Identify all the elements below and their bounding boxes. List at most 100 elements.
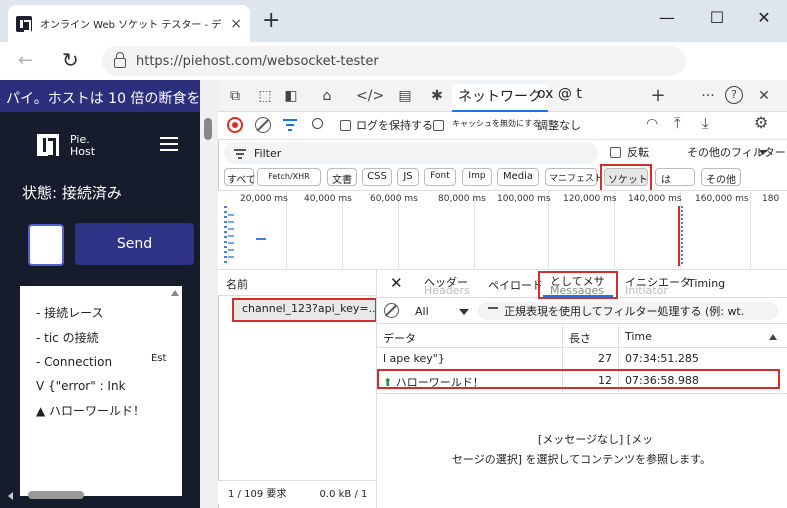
help-icon[interactable]: ? xyxy=(725,86,743,104)
timeline-tick: 160,000 ms xyxy=(695,194,749,204)
back-arrow-icon[interactable]: ← xyxy=(18,50,33,71)
column-data[interactable]: データ xyxy=(377,326,563,348)
close-window-button[interactable]: ✕ xyxy=(749,8,779,27)
lock-icon[interactable] xyxy=(114,52,126,68)
new-tab-button[interactable]: + xyxy=(262,10,280,32)
tab-network[interactable]: ネットワーク xyxy=(452,84,548,112)
tab-timing[interactable]: Timing xyxy=(688,277,725,290)
devtools-close-icon[interactable]: ✕ xyxy=(753,88,775,104)
inspect-element-icon[interactable]: ⬚ xyxy=(254,88,276,104)
message-type-select[interactable]: All xyxy=(415,305,429,318)
scroll-left-icon[interactable] xyxy=(8,492,13,500)
type-chip-fetch-xhr[interactable]: Fetch/XHR xyxy=(257,168,321,186)
welcome-home-icon[interactable]: ⌂ xyxy=(316,88,338,104)
type-chip-wasm[interactable]: は xyxy=(655,168,695,186)
horizontal-scroll-thumb[interactable] xyxy=(28,491,84,499)
scroll-up-icon[interactable] xyxy=(171,290,179,296)
preserve-log-checkbox[interactable] xyxy=(340,120,351,131)
type-chip-img[interactable]: Imp xyxy=(462,168,492,186)
filter-input[interactable]: Filter xyxy=(224,142,598,164)
search-icon[interactable] xyxy=(312,118,323,129)
device-emulation-icon[interactable]: ⧉ xyxy=(224,88,246,104)
url-bar[interactable]: https://piehost.com/websocket-tester xyxy=(102,46,686,76)
clear-icon[interactable] xyxy=(255,117,271,133)
regex-filter-input[interactable]: 正規表現を使用してフィルター処理する (例: wt. xyxy=(478,302,778,320)
name-column-header[interactable]: 名前 xyxy=(218,270,376,296)
record-icon[interactable] xyxy=(227,117,243,133)
minimize-button[interactable]: — xyxy=(652,8,682,27)
url-text[interactable]: https://piehost.com/websocket-tester xyxy=(136,54,379,69)
cell-time: 07:34:51.285 xyxy=(625,352,699,365)
timeline-tick: 180 xyxy=(762,194,780,204)
message-row-highlight-box xyxy=(377,369,780,389)
column-time[interactable]: Time xyxy=(619,326,787,348)
filter-line-icon xyxy=(283,119,297,121)
table-row[interactable]: l ape key"} 27 07:34:51.285 xyxy=(377,348,787,370)
empty-line-2: セージの選択] を選択してコンテンツを参照します。 xyxy=(451,453,712,466)
tab-headers-ghost: Headers xyxy=(424,284,470,297)
address-toolbar: ← ↻ https://piehost.com/websocket-tester xyxy=(0,42,787,80)
cell-data: l ape key"} xyxy=(377,348,563,370)
browser-tab[interactable]: オンライン Web ソケット テスター - デバッグ × xyxy=(8,5,250,42)
network-settings-gear-icon[interactable]: ⚙ xyxy=(754,113,768,132)
web-page: パイ。ホストは 10 倍の断食を行います Pie. Host 状態: 接続済み … xyxy=(0,80,218,508)
timeline-marker xyxy=(678,206,680,266)
reload-icon[interactable]: ↻ xyxy=(62,48,79,72)
logo-text[interactable]: Pie. Host xyxy=(70,134,95,158)
console-icon[interactable]: ▤ xyxy=(394,88,416,104)
more-menu-icon[interactable]: ··· xyxy=(697,88,719,104)
export-har-icon[interactable]: ⤓ xyxy=(702,114,709,132)
detail-close-icon[interactable]: ✕ xyxy=(390,274,403,292)
promo-banner[interactable]: パイ。ホストは 10 倍の断食を行います xyxy=(0,80,218,112)
filter-toggle-icon[interactable] xyxy=(283,116,299,132)
sources-bug-icon[interactable]: ✱ xyxy=(426,88,448,104)
maximize-button[interactable]: ☐ xyxy=(702,8,732,27)
chevron-down-icon[interactable] xyxy=(459,309,469,315)
message-input[interactable] xyxy=(28,224,64,266)
devtools-vertical-scrollbar[interactable] xyxy=(200,80,218,508)
log-extra: Est xyxy=(151,353,167,364)
piehost-logo-icon[interactable] xyxy=(37,134,59,158)
more-filters-dropdown[interactable]: その他のフィルター xyxy=(687,144,786,160)
empty-line-1: [メッセージなし] [メッ xyxy=(537,433,654,446)
tab-initiator-ghost: Initiator xyxy=(625,284,668,297)
vertical-scroll-thumb[interactable] xyxy=(204,118,212,140)
tab-close-icon[interactable]: × xyxy=(230,16,242,32)
type-chip-css[interactable]: CSS xyxy=(362,168,392,186)
type-chip-font[interactable]: Font xyxy=(424,168,456,186)
tab-more-tools[interactable]: ox @ t xyxy=(537,86,582,102)
message-log[interactable]: - 接続レース - tic の接続 - Connection Est V {"e… xyxy=(20,286,182,496)
dock-side-icon[interactable]: ◧ xyxy=(280,88,302,104)
column-length[interactable]: 長さ xyxy=(563,326,619,348)
invert-checkbox[interactable] xyxy=(610,147,621,158)
requests-count: 1 / 109 要求 xyxy=(228,489,287,500)
send-button[interactable]: Send xyxy=(75,223,194,265)
throttling-select[interactable]: 調整なし xyxy=(537,117,581,133)
tab-payload[interactable]: ペイロード xyxy=(488,277,543,293)
elements-code-icon[interactable]: </> xyxy=(356,88,384,104)
disable-cache-checkbox[interactable] xyxy=(433,120,444,131)
import-har-icon[interactable]: ⤒ xyxy=(674,114,681,132)
clear-messages-slash-icon xyxy=(384,304,397,317)
type-chip-all[interactable]: すべて xyxy=(224,168,256,186)
disable-cache-label: キャッシュを無効にする xyxy=(452,119,541,128)
add-tool-icon[interactable]: + xyxy=(647,85,669,106)
no-message-selected: [メッセージなし] [メッ セージの選択] を選択してコンテンツを参照します。 xyxy=(376,430,787,470)
hamburger-menu-icon[interactable] xyxy=(160,137,178,151)
timeline-tick: 100,000 ms xyxy=(497,194,551,204)
clear-messages-icon[interactable] xyxy=(384,303,399,318)
column-time-label: Time xyxy=(625,330,652,343)
network-conditions-icon[interactable]: ◠ xyxy=(646,116,658,132)
cell-length: 27 xyxy=(563,348,619,370)
type-chip-media[interactable]: Media xyxy=(497,168,539,186)
type-chip-js[interactable]: JS xyxy=(397,168,419,186)
regex-filter-placeholder: 正規表現を使用してフィルター処理する (例: wt. xyxy=(504,305,745,318)
waterfall-bars xyxy=(228,214,234,258)
type-chip-manifest[interactable]: マニフェスト xyxy=(545,168,603,186)
type-chip-other[interactable]: その他 xyxy=(701,168,741,186)
more-filters-chevron-down-icon[interactable] xyxy=(759,150,767,155)
page-horizontal-scrollbar[interactable] xyxy=(8,490,208,500)
clear-slash-icon xyxy=(256,118,269,132)
type-chip-doc[interactable]: 文書 xyxy=(327,168,357,186)
filter-placeholder: Filter xyxy=(254,146,282,160)
